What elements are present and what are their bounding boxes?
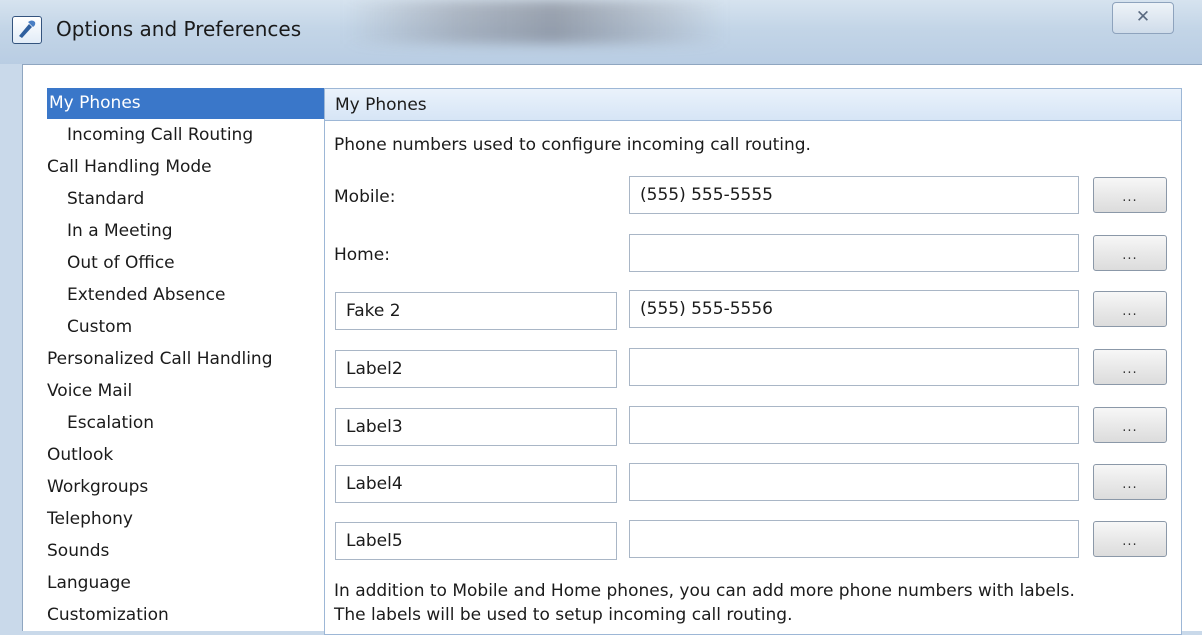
- tree-item-personalized-call-handling[interactable]: Personalized Call Handling: [47, 344, 272, 375]
- phone-number-input-3[interactable]: [629, 406, 1079, 444]
- panel-footer-note: In addition to Mobile and Home phones, y…: [334, 579, 1075, 627]
- tree-item-escalation[interactable]: Escalation: [67, 408, 154, 439]
- tree-item-in-a-meeting[interactable]: In a Meeting: [67, 216, 173, 247]
- tree-item-workgroups[interactable]: Workgroups: [47, 472, 148, 503]
- mobile-browse-button[interactable]: ...: [1093, 177, 1167, 213]
- phone-browse-button-3[interactable]: ...: [1093, 407, 1167, 443]
- home-number-input[interactable]: [629, 234, 1079, 272]
- tree-item-out-of-office[interactable]: Out of Office: [67, 248, 175, 279]
- options-tree: My Phones Incoming Call Routing Call Han…: [23, 65, 333, 631]
- home-browse-button[interactable]: ...: [1093, 235, 1167, 271]
- phone-label-input-3[interactable]: Label3: [335, 408, 617, 446]
- phone-label-input-2[interactable]: Label2: [335, 350, 617, 388]
- mobile-number-input[interactable]: (555) 555-5555: [629, 176, 1079, 214]
- tree-item-standard[interactable]: Standard: [67, 184, 144, 215]
- tree-item-call-handling-mode[interactable]: Call Handling Mode: [47, 152, 212, 183]
- home-label: Home:: [334, 245, 390, 265]
- phone-number-input-1[interactable]: (555) 555-5556: [629, 290, 1079, 328]
- mobile-label: Mobile:: [334, 187, 396, 207]
- tree-item-voice-mail[interactable]: Voice Mail: [47, 376, 132, 407]
- background-blur: [345, 0, 725, 44]
- tree-item-language[interactable]: Language: [47, 568, 131, 599]
- phone-browse-button-5[interactable]: ...: [1093, 521, 1167, 557]
- tree-item-customization[interactable]: Customization: [47, 600, 169, 631]
- phone-browse-button-4[interactable]: ...: [1093, 464, 1167, 500]
- footer-line-1: In addition to Mobile and Home phones, y…: [334, 581, 1075, 601]
- phone-label-input-1[interactable]: Fake 2: [335, 292, 617, 330]
- tree-item-custom[interactable]: Custom: [67, 312, 132, 343]
- tree-item-my-phones[interactable]: My Phones: [47, 88, 333, 119]
- phone-browse-button-1[interactable]: ...: [1093, 291, 1167, 327]
- tree-item-incoming-call-routing[interactable]: Incoming Call Routing: [67, 120, 253, 151]
- phone-label-input-5[interactable]: Label5: [335, 522, 617, 560]
- phone-number-input-2[interactable]: [629, 348, 1079, 386]
- my-phones-panel: My Phones Phone numbers used to configur…: [324, 88, 1182, 635]
- tree-item-extended-absence[interactable]: Extended Absence: [67, 280, 225, 311]
- app-icon: [12, 16, 42, 44]
- panel-description: Phone numbers used to configure incoming…: [334, 135, 811, 155]
- window-title: Options and Preferences: [56, 17, 302, 41]
- close-icon: ✕: [1135, 7, 1151, 27]
- dialog-client-area: My Phones Incoming Call Routing Call Han…: [22, 64, 1202, 635]
- tree-item-outlook[interactable]: Outlook: [47, 440, 113, 471]
- phone-number-input-5[interactable]: [629, 520, 1079, 558]
- tree-item-telephony[interactable]: Telephony: [47, 504, 133, 535]
- title-bar: Options and Preferences ✕: [0, 0, 1202, 64]
- phone-label-input-4[interactable]: Label4: [335, 465, 617, 503]
- phone-number-input-4[interactable]: [629, 463, 1079, 501]
- tree-item-sounds[interactable]: Sounds: [47, 536, 109, 567]
- close-button[interactable]: ✕: [1112, 2, 1174, 34]
- footer-line-2: The labels will be used to setup incomin…: [334, 605, 793, 625]
- phone-browse-button-2[interactable]: ...: [1093, 349, 1167, 385]
- panel-header: My Phones: [325, 89, 1181, 121]
